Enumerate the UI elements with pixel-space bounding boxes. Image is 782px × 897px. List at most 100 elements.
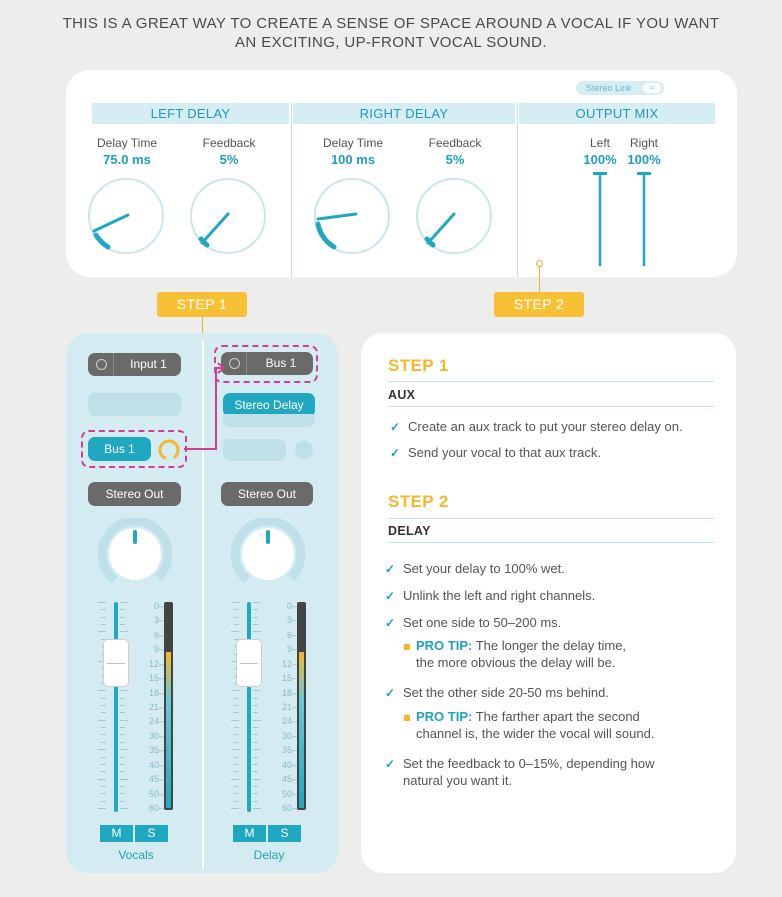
- delay-mute-button[interactable]: M: [233, 825, 266, 842]
- vocals-fader-ticks: [96, 602, 136, 812]
- caption-line-2: AN EXCITING, UP-FRONT VOCAL SOUND.: [235, 34, 547, 51]
- fader-tick: [120, 741, 125, 743]
- step2-item: ✓ Unlink the left and right channels.: [385, 588, 596, 603]
- right-feedback-knob[interactable]: [414, 176, 494, 256]
- input-monitor-icon: [96, 359, 107, 370]
- fader-tick: [234, 727, 239, 729]
- step1-item: ✓ Create an aux track to put your stereo …: [390, 419, 683, 434]
- pro-tip: PRO TIP: The longer the delay time,: [404, 637, 626, 654]
- vocals-db-scale: 0– 3– 6– 9– 12– 15– 18– 21– 24– 30– 35– 40– 45– 50– 60…: [140, 602, 164, 813]
- delay-empty-send[interactable]: [223, 439, 286, 461]
- step2-tag: STEP 2: [494, 292, 584, 317]
- stereo-link-toggle[interactable]: Stereo Link ∞: [576, 81, 664, 95]
- db-tick-label: 9–: [153, 644, 164, 655]
- step2-connector: [539, 266, 540, 293]
- db-tick-label: 12–: [148, 658, 164, 669]
- vocals-solo-button[interactable]: S: [135, 825, 168, 842]
- fader-tick: [231, 631, 239, 633]
- fader-tick: [98, 719, 106, 721]
- vocals-input-label: Input 1: [130, 357, 167, 371]
- delay-input-selector[interactable]: Bus 1: [221, 352, 313, 375]
- fader-tick: [120, 793, 125, 795]
- check-icon: ✓: [385, 757, 396, 771]
- step2-item: ✓ Set the feedback to 0–15%, depending ho…: [385, 756, 655, 771]
- left-delay-time-knob[interactable]: [86, 176, 166, 256]
- delay-track-name: Delay: [253, 848, 285, 862]
- db-tick-label: 40–: [148, 759, 164, 770]
- fader-tick: [253, 749, 261, 751]
- section-divider: [517, 103, 518, 277]
- delay-pan-knob[interactable]: [231, 518, 305, 588]
- vocals-output-selector[interactable]: Stereo Out: [88, 482, 181, 506]
- fader-tick: [101, 712, 106, 714]
- delay-fader-ticks: [229, 602, 269, 812]
- caption: THIS IS A GREAT WAY TO CREATE A SENSE OF…: [40, 14, 742, 52]
- fader-tick: [120, 624, 125, 626]
- fader-tick: [231, 808, 239, 809]
- fader-tick: [120, 763, 125, 765]
- fader-tick: [120, 771, 125, 773]
- db-tick-label: 35–: [281, 745, 297, 756]
- vocals-input-selector[interactable]: Input 1: [88, 353, 181, 376]
- vocals-fader-handle[interactable]: [103, 638, 129, 687]
- fader-tick: [120, 749, 128, 751]
- left-feedback-knob[interactable]: [188, 176, 268, 256]
- check-icon: ✓: [385, 686, 396, 700]
- vocals-pan-knob[interactable]: [98, 518, 172, 588]
- fader-tick: [231, 602, 239, 603]
- fader-tick: [101, 609, 106, 611]
- fader-tick: [98, 690, 106, 692]
- left-feedback-label: Feedback: [202, 136, 256, 150]
- fader-tick: [234, 705, 239, 706]
- delay-output-selector[interactable]: Stereo Out: [221, 482, 313, 506]
- db-tick-label: 15–: [281, 673, 297, 684]
- fader-tick: [253, 771, 258, 773]
- vocals-empty-insert[interactable]: [88, 393, 181, 416]
- fader-tick: [101, 697, 106, 699]
- send-level-knob[interactable]: [157, 438, 181, 462]
- check-icon: ✓: [385, 589, 396, 603]
- delay-solo-button[interactable]: S: [268, 825, 301, 842]
- output-left-slider[interactable]: [590, 170, 610, 268]
- fader-tick: [98, 602, 106, 603]
- db-tick-label: 15–: [148, 673, 164, 684]
- right-delay-time-knob[interactable]: [312, 176, 392, 256]
- fader-tick: [120, 778, 128, 780]
- fader-tick: [120, 785, 125, 787]
- right-delay-header: RIGHT DELAY: [293, 103, 515, 124]
- output-left-label: Left: [589, 136, 610, 150]
- step2-dot: [536, 260, 543, 267]
- fader-tick: [231, 749, 239, 751]
- db-tick-label: 35–: [148, 745, 164, 756]
- right-delay-time-value: 100 ms: [330, 152, 376, 167]
- fader-tick: [120, 756, 125, 758]
- pro-tip: PRO TIP: The farther apart the second: [404, 708, 640, 725]
- output-right-slider[interactable]: [634, 170, 654, 268]
- db-tick-label: 21–: [148, 702, 164, 712]
- left-delay-time-label: Delay Time: [96, 136, 158, 150]
- vocals-mute-button[interactable]: M: [100, 825, 133, 842]
- fader-tick: [234, 785, 239, 787]
- left-delay-header: LEFT DELAY: [92, 103, 289, 124]
- fader-tick: [253, 741, 258, 743]
- fader-tick: [253, 631, 261, 633]
- check-icon: ✓: [390, 446, 401, 460]
- fader-tick: [234, 793, 239, 795]
- pro-tip-line: channel is, the wider the vocal will sou…: [416, 726, 655, 741]
- fader-tick: [253, 697, 258, 699]
- delay-fader-handle[interactable]: [236, 638, 262, 687]
- fader-tick: [120, 631, 128, 633]
- send-routing-arrow: [184, 362, 226, 450]
- vocals-track-name: Vocals: [118, 848, 154, 862]
- vocals-send-bus1[interactable]: Bus 1: [88, 437, 151, 461]
- fader-tick: [253, 808, 261, 809]
- fader-tick: [253, 778, 261, 780]
- fader-tick: [120, 734, 125, 736]
- fader-tick: [120, 697, 125, 699]
- db-tick-label: 3–: [286, 615, 297, 626]
- section-divider: [291, 103, 292, 277]
- fader-tick: [101, 756, 106, 758]
- delay-send-knob[interactable]: [295, 441, 313, 459]
- db-tick-label: 9–: [286, 644, 297, 655]
- fader-tick: [98, 631, 106, 633]
